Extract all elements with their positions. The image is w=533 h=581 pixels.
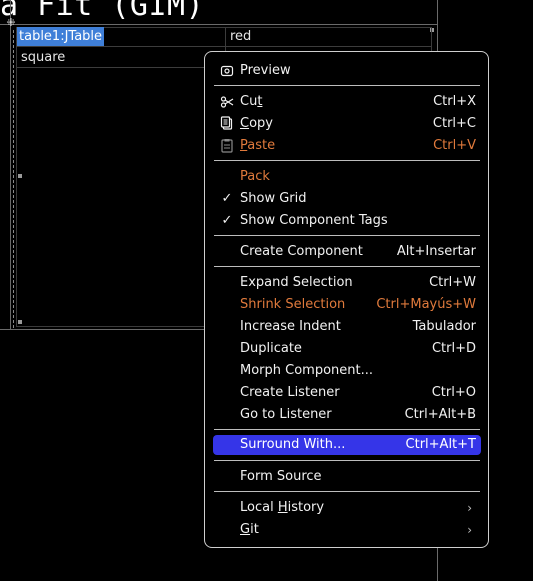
menu-item-go-to-listener[interactable]: Go to Listener Ctrl+Alt+B [213, 405, 481, 425]
menu-item-label: Show Component Tags [240, 213, 388, 228]
menu-separator [214, 85, 480, 86]
menu-item-label: Copy [240, 116, 273, 131]
layout-guide-left [13, 30, 14, 328]
shortcut-label: Ctrl+X [433, 94, 476, 109]
table-row-divider [17, 46, 431, 47]
shortcut-label: Tabulador [412, 319, 476, 334]
menu-item-cut[interactable]: Cut Ctrl+X [213, 92, 481, 112]
menu-separator [214, 491, 480, 492]
menu-item-label: Morph Component... [240, 363, 374, 378]
menu-separator [214, 460, 480, 461]
menu-item-show-grid[interactable]: ✓ Show Grid [213, 189, 481, 209]
menu-item-form-source[interactable]: Form Source [213, 467, 481, 487]
menu-item-label: Pack [240, 169, 270, 184]
menu-item-duplicate[interactable]: Duplicate Ctrl+D [213, 339, 481, 359]
menu-separator [214, 160, 480, 161]
menu-item-shrink-selection[interactable]: Shrink Selection Ctrl+Mayús+W [213, 295, 481, 315]
shortcut-label: Ctrl+Alt+B [404, 407, 476, 422]
menu-item-create-listener[interactable]: Create Listener Ctrl+O [213, 383, 481, 403]
menu-item-morph-component[interactable]: Morph Component... [213, 361, 481, 381]
shortcut-label: Ctrl+C [432, 116, 476, 131]
menu-item-label: Expand Selection [240, 275, 353, 290]
shortcut-label: Ctrl+V [433, 138, 476, 153]
menu-separator [214, 266, 480, 267]
checkmark-icon: ✓ [221, 191, 233, 206]
menu-item-label: Paste [240, 138, 276, 153]
scissors-icon [220, 92, 234, 112]
shortcut-label: Ctrl+W [429, 275, 476, 290]
menu-item-label: Create Listener [240, 385, 340, 400]
menu-item-local-history[interactable]: Local History › [213, 498, 481, 518]
menu-item-surround-with[interactable]: Surround With... Ctrl+Alt+T [213, 435, 481, 455]
menu-item-expand-selection[interactable]: Expand Selection Ctrl+W [213, 273, 481, 293]
preview-icon [220, 61, 234, 81]
menu-item-label: Increase Indent [240, 319, 341, 334]
menu-item-pack[interactable]: Pack [213, 167, 481, 187]
menu-item-label: Create Component [240, 244, 363, 259]
form-designer-canvas[interactable]: a Fit (GIM) ⁜ table1:JTable red square P… [0, 0, 533, 581]
component-tag-label[interactable]: table1:JTable [17, 27, 105, 46]
shortcut-label: Ctrl+Mayús+W [376, 297, 476, 312]
menu-item-copy[interactable]: Copy Ctrl+C [213, 114, 481, 134]
form-title-divider [0, 24, 438, 25]
menu-item-show-component-tags[interactable]: ✓ Show Component Tags [213, 211, 481, 231]
menu-item-create-component[interactable]: Create Component Alt+Insertar [213, 242, 481, 262]
menu-item-preview[interactable]: Preview [213, 61, 481, 81]
shortcut-label: Ctrl+O [431, 385, 476, 400]
menu-item-label: Local History [240, 500, 325, 515]
menu-item-label: Preview [240, 63, 291, 78]
menu-item-increase-indent[interactable]: Increase Indent Tabulador [213, 317, 481, 337]
menu-item-paste[interactable]: Paste Ctrl+V [213, 136, 481, 156]
shortcut-label: Ctrl+D [431, 341, 476, 356]
menu-separator [214, 235, 480, 236]
menu-separator [214, 429, 480, 430]
paste-icon [220, 136, 234, 156]
menu-item-label: Surround With... [240, 437, 346, 452]
context-menu: Preview Cut Ctrl+X Copy Ctrl+C Paste Ctr… [204, 51, 489, 548]
menu-item-label: Go to Listener [240, 407, 332, 422]
table-cell[interactable]: square [17, 48, 65, 67]
menu-item-label: Duplicate [240, 341, 302, 356]
menu-item-label: Show Grid [240, 191, 307, 206]
checkmark-icon: ✓ [221, 213, 233, 228]
submenu-arrow-icon: › [467, 523, 472, 537]
form-border-bottom [0, 329, 204, 330]
submenu-arrow-icon: › [467, 501, 472, 515]
shortcut-label: Alt+Insertar [396, 244, 476, 259]
menu-item-label: Git [240, 522, 259, 537]
form-border-left [10, 0, 11, 330]
form-title: a Fit (GIM) [0, 0, 205, 23]
table-cell[interactable]: red [226, 27, 251, 46]
copy-icon [220, 114, 234, 134]
menu-item-label: Shrink Selection [240, 297, 346, 312]
menu-item-label: Cut [240, 94, 263, 109]
menu-item-label: Form Source [240, 469, 322, 484]
menu-item-git[interactable]: Git › [213, 520, 481, 540]
shortcut-label: Ctrl+Alt+T [405, 437, 476, 452]
